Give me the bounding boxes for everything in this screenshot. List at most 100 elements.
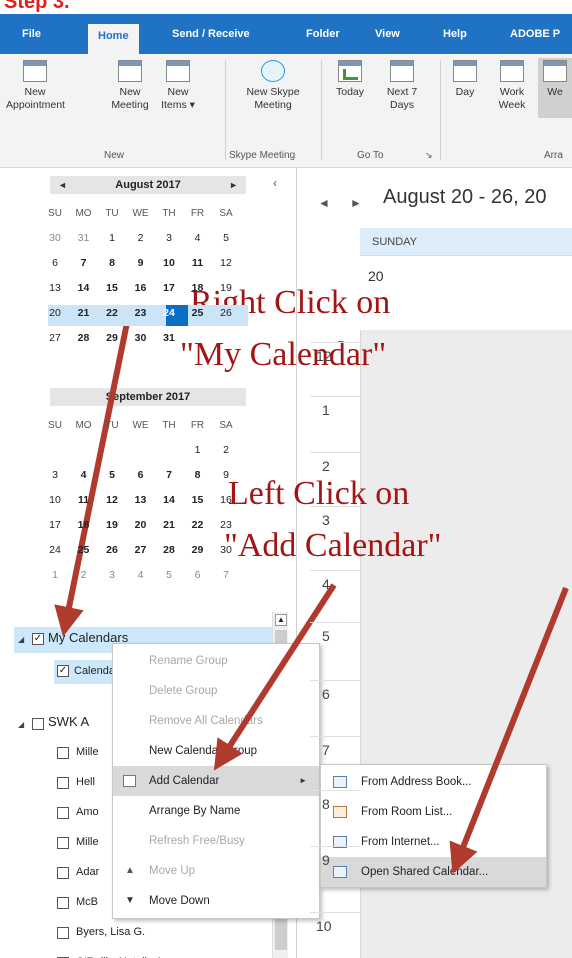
expand-arrow-icon[interactable]: ◢ [18,635,24,644]
mini-calendar-day[interactable]: 13 [40,282,70,294]
tab-send-receive[interactable]: Send / Receive [172,22,250,54]
mini-calendar-day[interactable]: 7 [211,569,241,581]
mini-calendar-day[interactable]: 5 [97,469,127,481]
collapse-pane-icon[interactable]: ‹ [273,176,277,190]
mini-calendar-day[interactable]: 30 [40,232,70,244]
new-skype-meeting-button[interactable]: New Skype Meeting [228,60,318,112]
mini-calendar-day[interactable]: 6 [183,569,213,581]
submenu-item-open-shared-calendar[interactable]: Open Shared Calendar... [321,857,546,887]
mini-calendar-day[interactable]: 3 [154,232,184,244]
mini-calendar-day[interactable]: 12 [211,257,241,269]
mini-calendar-day[interactable]: 29 [183,544,213,556]
swk-calendars-group[interactable]: SWK A [48,714,89,729]
mini-calendar-day[interactable]: 11 [69,494,99,506]
calendar-checkbox[interactable] [57,927,69,939]
menu-item-move-down[interactable]: ▼ Move Down [113,886,319,916]
tab-home[interactable]: Home [88,24,139,56]
mini-calendar-day[interactable]: 27 [40,332,70,344]
menu-item-arrange-by-name[interactable]: Arrange By Name [113,796,319,826]
mini-calendar-day[interactable]: 2 [211,444,241,456]
mini-calendar-day[interactable]: 10 [40,494,70,506]
scroll-up-icon[interactable]: ▲ [275,614,287,626]
mini-calendar-day[interactable]: 26 [211,307,241,319]
mini-calendar-day[interactable]: 14 [69,282,99,294]
submenu-item-from-address-book[interactable]: From Address Book... [321,767,546,797]
mini-calendar-day[interactable]: 1 [40,569,70,581]
mini-calendar-day[interactable]: 5 [211,232,241,244]
mini-calendar-day[interactable]: 20 [40,307,70,319]
mini-calendar-day[interactable]: 25 [183,307,213,319]
tab-folder[interactable]: Folder [306,22,340,54]
mini-calendar-day[interactable]: 28 [69,332,99,344]
mini-calendar-day[interactable]: 13 [126,494,156,506]
shared-calendar-item[interactable]: Byers, Lisa G. [76,926,145,938]
menu-item-add-calendar[interactable]: Add Calendar ► [113,766,319,796]
mini-calendar-day[interactable]: 30 [211,544,241,556]
calendar-checkbox[interactable]: ✓ [57,665,69,677]
mini-calendar-day[interactable]: 31 [154,332,184,344]
day-column-header[interactable]: SUNDAY [360,228,572,256]
mini-calendar-day[interactable]: 21 [69,307,99,319]
mini-calendar-day[interactable]: 23 [126,307,156,319]
submenu-item-from-internet[interactable]: From Internet... [321,827,546,857]
swk-group-checkbox[interactable] [32,718,44,730]
shared-calendar-item[interactable]: Mille [76,836,99,848]
mini-calendar-day[interactable]: 5 [154,569,184,581]
mini-calendar-day[interactable]: 9 [126,257,156,269]
mini-calendar-day[interactable]: 21 [154,519,184,531]
mini-calendar-day[interactable]: 10 [154,257,184,269]
my-calendars-checkbox[interactable]: ✓ [32,633,44,645]
tab-view[interactable]: View [375,22,400,54]
mini-calendar-day[interactable]: 24 [40,544,70,556]
mini-calendar-day[interactable]: 12 [97,494,127,506]
next-month-icon[interactable]: ► [229,176,238,194]
forward-arrow-icon[interactable]: ► [350,196,362,210]
tab-help[interactable]: Help [443,22,467,54]
new-items-button[interactable]: New Items ▾ [156,60,200,112]
today-button[interactable]: Today [330,60,370,99]
menu-item-move-up[interactable]: ▲ Move Up [113,856,319,886]
mini-calendar-day[interactable]: 1 [97,232,127,244]
previous-month-icon[interactable]: ◄ [58,176,67,194]
new-appointment-button[interactable]: New Appointment [4,60,66,112]
tab-adobe[interactable]: ADOBE P [510,22,560,54]
mini-calendar-day[interactable]: 16 [211,494,241,506]
shared-calendar-item[interactable]: Mille [76,746,99,758]
mini-calendar-day[interactable]: 14 [154,494,184,506]
mini-calendar-day[interactable]: 7 [154,469,184,481]
mini-calendar-day[interactable]: 2 [69,569,99,581]
mini-calendar-day[interactable]: 11 [183,257,213,269]
mini-calendar-day[interactable]: 20 [126,519,156,531]
tab-file[interactable]: File [22,22,41,54]
mini-calendar-day[interactable]: 4 [183,232,213,244]
mini-calendar-day[interactable]: 3 [40,469,70,481]
calendar-checkbox[interactable] [57,837,69,849]
menu-item-new-calendar-group[interactable]: New Calendar Group [113,736,319,766]
mini-calendar-day[interactable]: 23 [211,519,241,531]
mini-calendar-day[interactable]: 17 [40,519,70,531]
mini-calendar-day[interactable]: 8 [183,469,213,481]
calendar-checkbox[interactable] [57,747,69,759]
shared-calendar-item[interactable]: Adar [76,866,99,878]
mini-calendar-day[interactable]: 31 [69,232,99,244]
shared-calendar-item[interactable]: McB [76,896,98,908]
mini-calendar-day[interactable]: 19 [97,519,127,531]
mini-calendar-day[interactable]: 25 [69,544,99,556]
mini-calendar-day[interactable]: 2 [126,232,156,244]
mini-calendar-day[interactable]: 9 [211,469,241,481]
back-arrow-icon[interactable]: ◄ [318,196,330,210]
calendar-checkbox[interactable] [57,897,69,909]
expand-arrow-icon[interactable]: ◢ [18,720,24,729]
mini-calendar-day[interactable]: 24 [154,307,184,319]
mini-calendar-day[interactable]: 29 [97,332,127,344]
mini-calendar-day[interactable]: 3 [97,569,127,581]
menu-item-rename-group[interactable]: Rename Group [113,646,319,676]
mini-calendar-day[interactable]: 22 [183,519,213,531]
next-7-days-button[interactable]: Next 7 Days [380,60,424,112]
goto-dialog-launcher[interactable]: ↘ [425,150,433,161]
mini-calendar-day[interactable]: 7 [69,257,99,269]
mini-calendar-day[interactable]: 16 [126,282,156,294]
mini-calendar-day[interactable]: 30 [126,332,156,344]
mini-calendar-day[interactable]: 22 [97,307,127,319]
mini-calendar-day[interactable]: 6 [40,257,70,269]
